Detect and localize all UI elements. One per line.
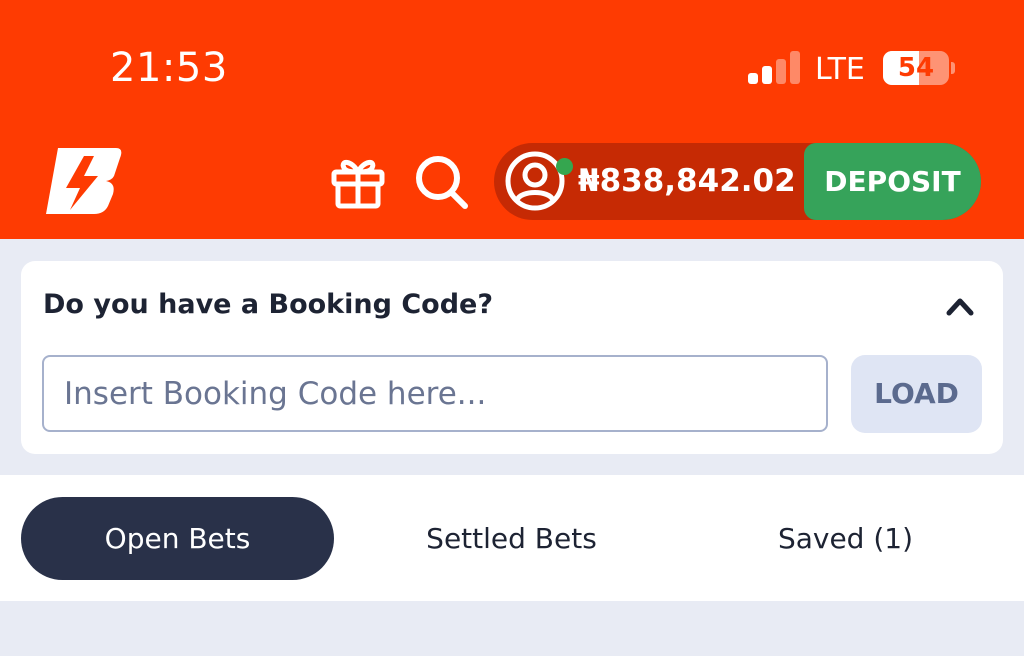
brand-logo[interactable] [46,146,122,216]
account-balance-pill[interactable]: ₦838,842.02 DEPOSIT [494,143,981,220]
booking-code-title: Do you have a Booking Code? [43,289,494,320]
tab-open-bets[interactable]: Open Bets [21,497,334,580]
booking-code-input[interactable] [42,355,828,432]
gift-icon [331,160,385,209]
signal-strength-icon [748,50,800,84]
load-button[interactable]: LOAD [851,355,982,433]
booking-code-card: Do you have a Booking Code? LOAD [21,261,1003,454]
search-icon [416,156,468,209]
account-avatar[interactable] [504,150,573,212]
battery-level: 54 [897,53,935,83]
user-circle-icon [505,151,565,211]
status-time: 21:53 [110,45,228,91]
gift-button[interactable] [330,152,386,212]
account-balance: ₦838,842.02 [578,163,796,199]
battery-icon: 54 [883,51,949,85]
online-status-dot [556,158,573,175]
tab-saved[interactable]: Saved (1) [689,497,1002,580]
chevron-up-icon [946,298,974,316]
collapse-button[interactable] [943,291,977,321]
top-header: 21:53 LTE 54 ₦838,842.02 DEPOSIT [0,0,1024,239]
bets-tabs: Open Bets Settled Bets Saved (1) [0,475,1024,601]
battery-tip [951,62,955,74]
lightning-b-logo [46,148,122,214]
network-type: LTE [815,52,865,87]
search-button[interactable] [413,152,471,212]
deposit-button[interactable]: DEPOSIT [804,143,981,220]
tab-settled-bets[interactable]: Settled Bets [355,497,668,580]
